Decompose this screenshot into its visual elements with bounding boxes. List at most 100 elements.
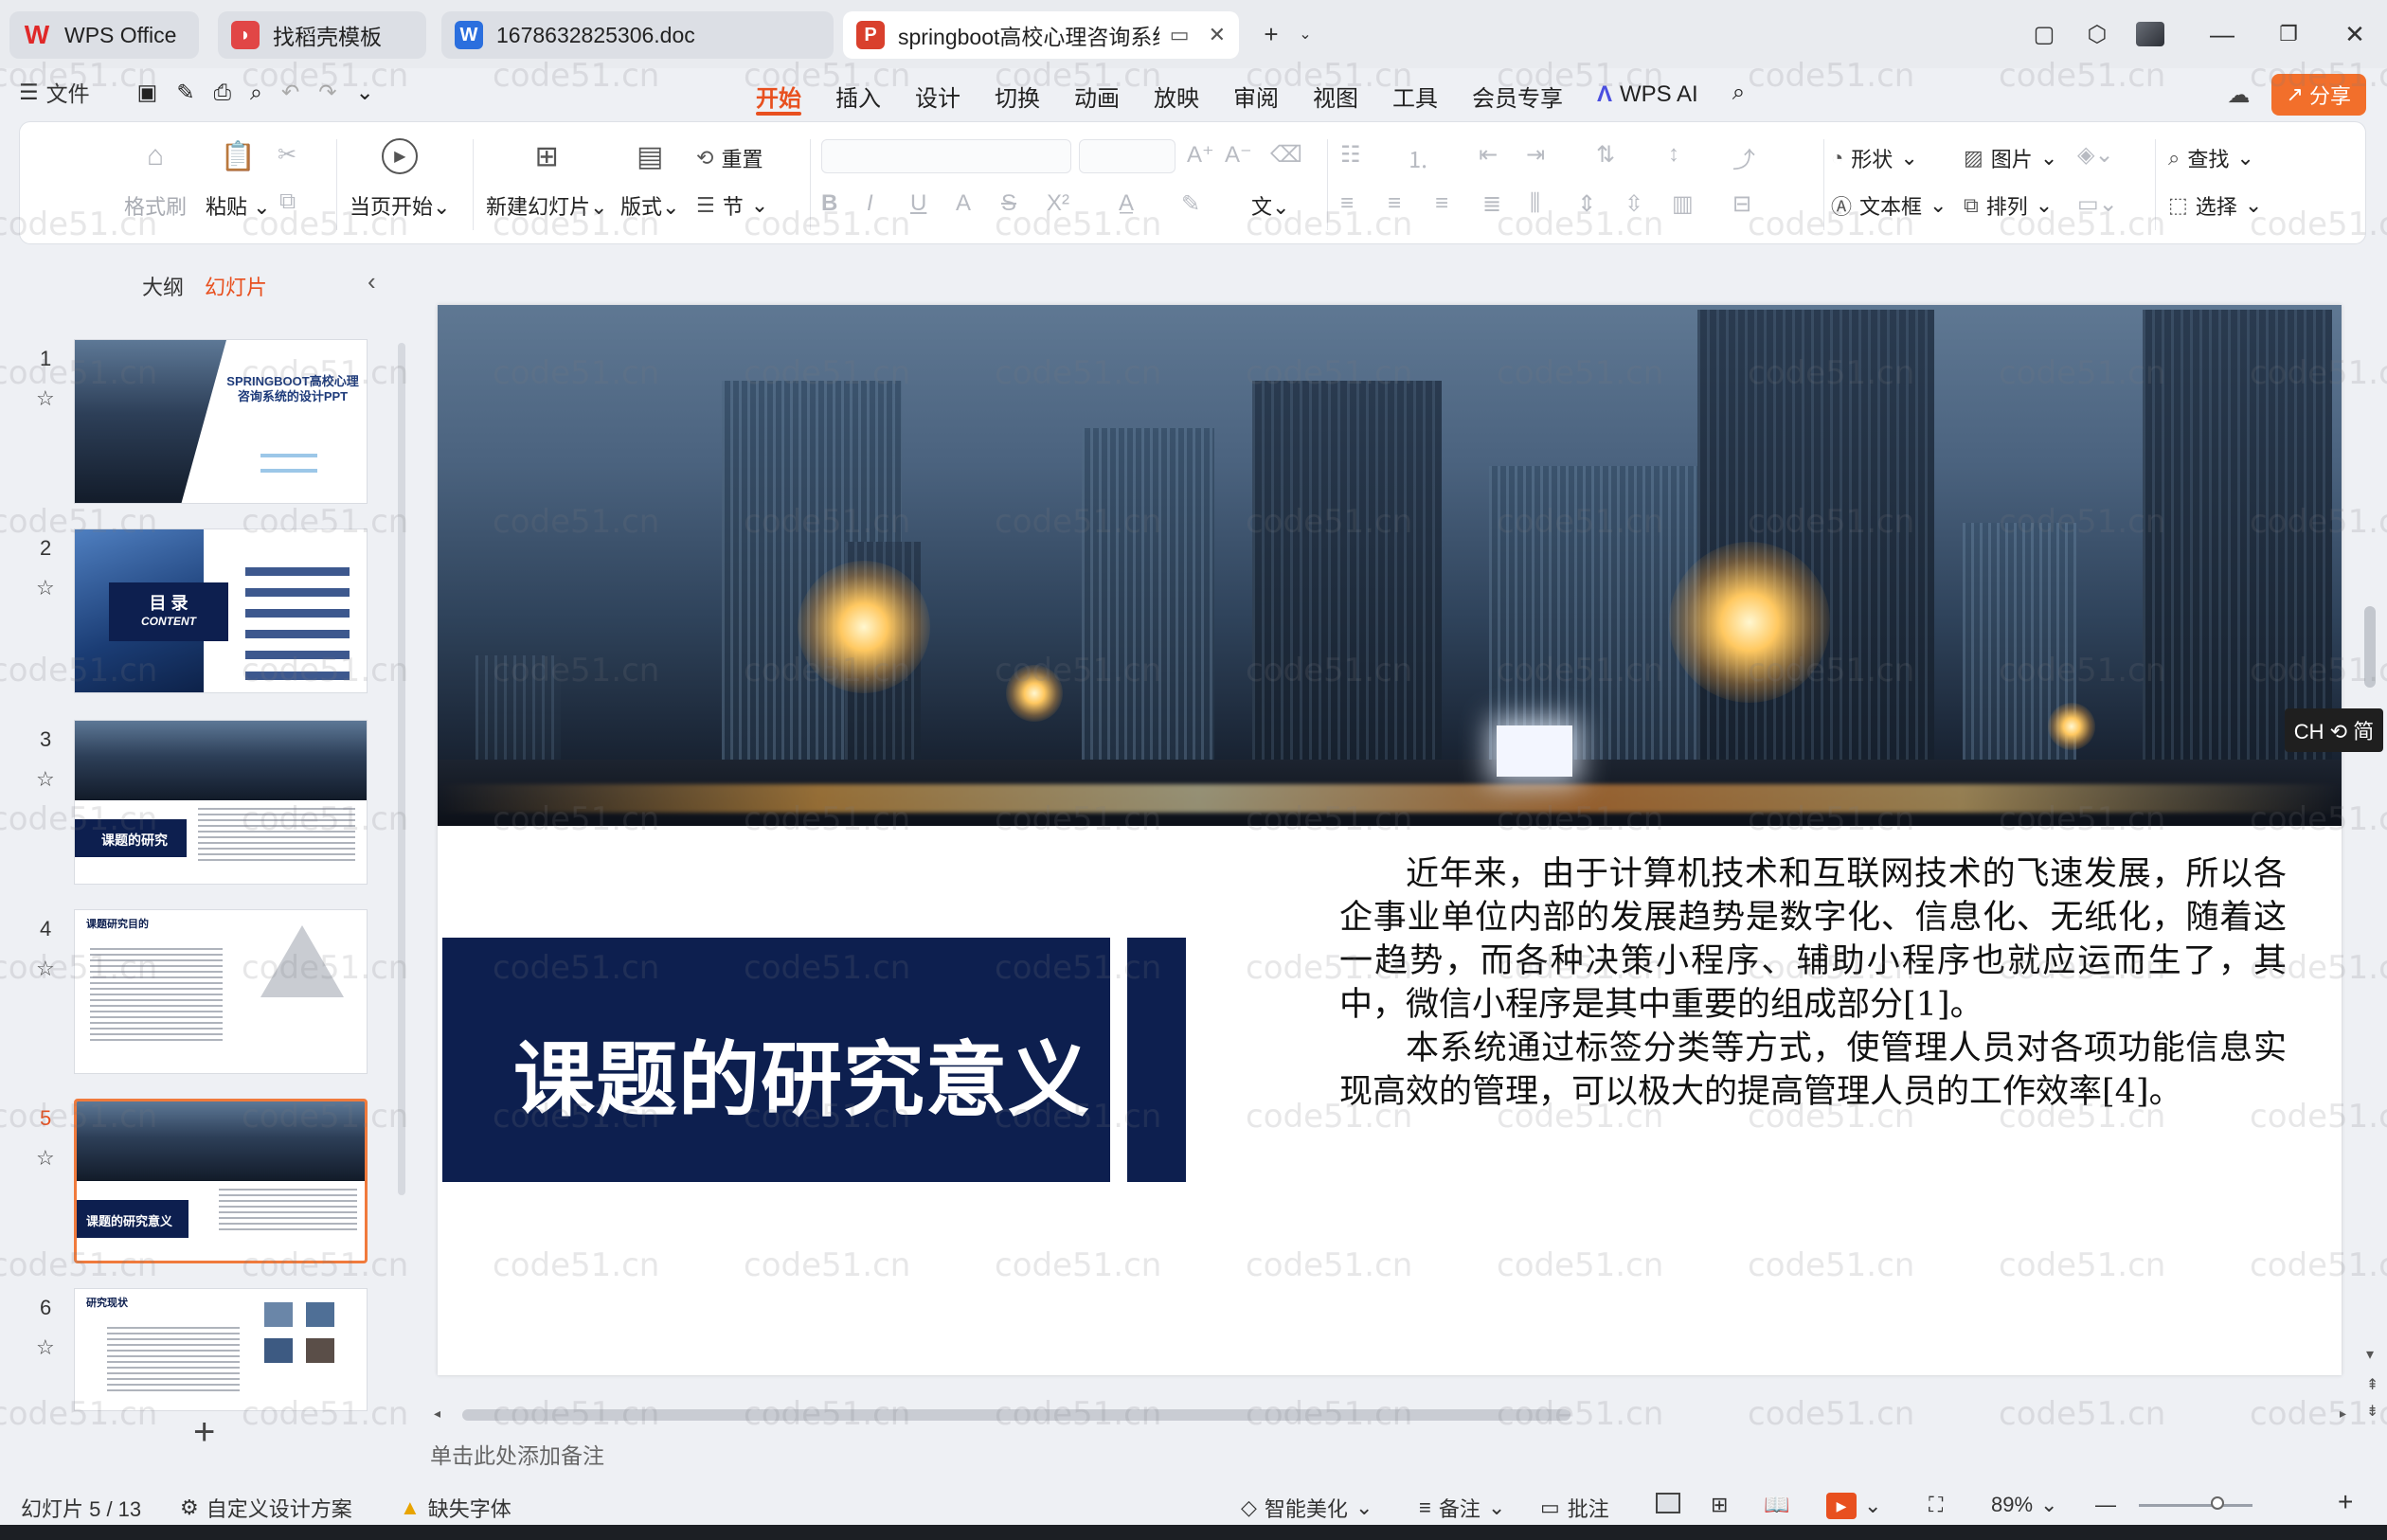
- outline-color-icon[interactable]: ▭⌄: [2077, 190, 2118, 218]
- bold-icon[interactable]: B: [821, 190, 837, 217]
- tab-member[interactable]: 会员专享: [1455, 76, 1580, 114]
- input-method-indicator[interactable]: CH ⟲ 简: [2285, 708, 2383, 752]
- tab-docer-templates[interactable]: ◗ 找稻壳模板: [218, 11, 426, 59]
- slide-thumbnail-1[interactable]: SPRINGBOOT高校心理咨询系统的设计PPT: [74, 339, 368, 504]
- slideshow-button[interactable]: ▶ ⌄: [1826, 1493, 1881, 1519]
- textbox-button[interactable]: Ⓐ 文本框 ⌄: [1831, 190, 1947, 221]
- new-tab-icon[interactable]: +: [1252, 17, 1290, 51]
- vertical-align-icon[interactable]: ⊟: [1732, 190, 1751, 218]
- font-size-select[interactable]: [1079, 139, 1176, 173]
- new-slide-button[interactable]: ⊞ 新建幻灯片⌄: [486, 135, 607, 221]
- text-direction-icon[interactable]: ⇅: [1596, 141, 1615, 169]
- superscript-icon[interactable]: X²: [1047, 190, 1069, 217]
- tab-outline[interactable]: 大纲: [142, 271, 184, 301]
- align-center-icon[interactable]: ≡: [1388, 190, 1401, 217]
- star-icon[interactable]: ☆: [36, 386, 55, 411]
- slide[interactable]: 课题的研究意义 近年来，由于计算机技术和互联网技术的飞速发展，所以各企事业单位内…: [438, 305, 2342, 1375]
- custom-design-button[interactable]: ⚙ 自定义设计方案: [180, 1493, 352, 1523]
- star-icon[interactable]: ☆: [36, 957, 55, 981]
- file-menu[interactable]: ☰ 文件: [19, 76, 90, 108]
- slide-thumbnail-2[interactable]: 目 录 CONTENT: [74, 528, 368, 693]
- comments-button[interactable]: ▭ 批注: [1540, 1493, 1609, 1523]
- missing-font-button[interactable]: ▲ 缺失字体: [400, 1493, 512, 1523]
- tab-tools[interactable]: 工具: [1375, 76, 1455, 114]
- slide-body-text[interactable]: 近年来，由于计算机技术和互联网技术的飞速发展，所以各企事业单位内部的发展趋势是数…: [1339, 852, 2287, 1114]
- distribute-icon[interactable]: ⫼: [1530, 190, 1540, 217]
- underline-icon[interactable]: U: [910, 190, 926, 217]
- wps-ai-button[interactable]: Ʌ WPS AI: [1580, 76, 1715, 114]
- font-color-icon[interactable]: A̲: [1119, 190, 1134, 217]
- collapse-panel-icon[interactable]: ‹: [368, 267, 376, 296]
- prev-slide-icon[interactable]: ⇞: [2366, 1375, 2378, 1394]
- indent-icon[interactable]: ⇥: [1526, 141, 1545, 169]
- scroll-down-icon[interactable]: ▾: [2366, 1345, 2374, 1364]
- tab-presentation[interactable]: P springboot高校心理咨询系统 ▭ ✕: [843, 11, 1239, 59]
- redo-icon[interactable]: ↷: [318, 80, 336, 105]
- tab-slides[interactable]: 幻灯片: [205, 271, 267, 301]
- clear-format-icon[interactable]: ⌫: [1270, 141, 1302, 169]
- screen-icon[interactable]: ▭: [1170, 23, 1190, 47]
- italic-icon[interactable]: I: [867, 190, 873, 217]
- numbered-list-icon[interactable]: ⒈: [1407, 141, 1429, 174]
- star-icon[interactable]: ☆: [36, 767, 55, 792]
- brush-icon[interactable]: ✎: [176, 80, 194, 105]
- columns-icon[interactable]: ▥: [1672, 190, 1694, 218]
- zoom-in-icon[interactable]: +: [2338, 1487, 2353, 1517]
- minimize-icon[interactable]: —: [2203, 17, 2241, 51]
- align-left-icon[interactable]: ≡: [1340, 190, 1354, 217]
- star-icon[interactable]: ☆: [36, 576, 55, 600]
- tab-slideshow[interactable]: 放映: [1137, 76, 1216, 114]
- print-preview-icon[interactable]: ⌕: [250, 80, 262, 105]
- format-painter-button[interactable]: ⌂ 格式刷: [124, 135, 187, 221]
- text-shadow-icon[interactable]: A: [956, 190, 971, 217]
- cloud-upload-icon[interactable]: ☁: [2228, 81, 2251, 109]
- close-window-icon[interactable]: ✕: [2336, 17, 2374, 51]
- star-icon[interactable]: ☆: [36, 1146, 55, 1171]
- tab-insert[interactable]: 插入: [818, 76, 898, 114]
- highlight-icon[interactable]: ✎: [1181, 190, 1200, 218]
- tab-wps-office[interactable]: W WPS Office: [9, 11, 199, 59]
- tab-word-document[interactable]: W 1678632825306.doc: [441, 11, 834, 59]
- reading-view-icon[interactable]: 📖: [1764, 1493, 1789, 1517]
- tab-home[interactable]: 开始: [739, 76, 818, 116]
- zoom-out-icon[interactable]: —: [2095, 1493, 2116, 1517]
- select-button[interactable]: ⬚ 选择 ⌄: [2168, 190, 2262, 221]
- quick-access-chevron-icon[interactable]: ⌄: [356, 80, 374, 105]
- zoom-slider-track[interactable]: [2139, 1504, 2252, 1507]
- slide-title[interactable]: 课题的研究意义: [513, 1013, 1090, 1132]
- share-button[interactable]: ↗ 分享: [2270, 74, 2366, 116]
- font-family-select[interactable]: [821, 139, 1071, 173]
- cube-icon[interactable]: ⬡: [2078, 17, 2116, 51]
- normal-view-icon[interactable]: [1656, 1493, 1680, 1513]
- save-icon[interactable]: ▣: [137, 80, 158, 105]
- tab-animation[interactable]: 动画: [1057, 76, 1137, 114]
- beautify-button[interactable]: ◇ 智能美化 ⌄: [1241, 1493, 1373, 1523]
- slide-thumbnail-5[interactable]: 课题的研究意义: [74, 1099, 368, 1263]
- panel-scrollbar[interactable]: [398, 343, 405, 1195]
- next-slide-icon[interactable]: ⇟: [2366, 1402, 2378, 1421]
- slide-thumbnail-4[interactable]: 课题研究目的: [74, 909, 368, 1074]
- convert-icon[interactable]: ⤴: [1732, 141, 1755, 174]
- tab-review[interactable]: 审阅: [1216, 76, 1296, 114]
- fill-color-icon[interactable]: ◈⌄: [2077, 141, 2114, 169]
- shape-button[interactable]: ◔ 形状 ⌄: [1831, 143, 1918, 173]
- outdent-icon[interactable]: ⇤: [1479, 141, 1498, 169]
- star-icon[interactable]: ☆: [36, 1335, 55, 1360]
- find-button[interactable]: ⌕ 查找 ⌄: [2168, 143, 2254, 173]
- decrease-font-icon[interactable]: A⁻: [1225, 141, 1252, 169]
- increase-font-icon[interactable]: A⁺: [1187, 141, 1214, 169]
- tab-view[interactable]: 视图: [1296, 76, 1375, 114]
- fit-window-icon[interactable]: ⛶: [1929, 1493, 1943, 1517]
- sort-icon[interactable]: ↕: [1668, 141, 1679, 168]
- phonetic-icon[interactable]: 文⌄: [1251, 190, 1289, 221]
- slide-thumbnail-6[interactable]: 研究现状: [74, 1288, 368, 1411]
- search-icon[interactable]: ⌕: [1715, 76, 1762, 114]
- notes-toggle-button[interactable]: ≡ 备注 ⌄: [1419, 1493, 1505, 1523]
- paragraph-spacing-icon[interactable]: ⇳: [1624, 190, 1643, 218]
- align-right-icon[interactable]: ≡: [1435, 190, 1448, 217]
- paste-button[interactable]: 📋 粘贴 ⌄: [206, 135, 271, 221]
- maximize-icon[interactable]: ❐: [2270, 17, 2307, 51]
- undo-icon[interactable]: ↶: [281, 80, 299, 105]
- cut-icon[interactable]: ✂: [278, 141, 296, 169]
- line-spacing-icon[interactable]: ⇕: [1577, 190, 1596, 218]
